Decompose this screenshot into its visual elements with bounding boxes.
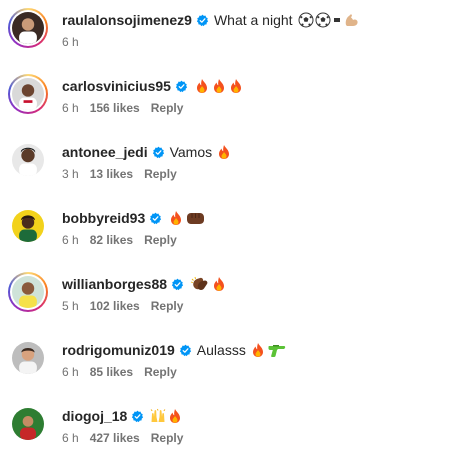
reply-button[interactable]: Reply xyxy=(151,299,184,313)
avatar-frame[interactable] xyxy=(8,206,48,246)
avatar[interactable] xyxy=(12,144,44,176)
avatar-frame[interactable] xyxy=(8,404,48,444)
comment-meta: 6 h 82 likes Reply xyxy=(62,232,188,248)
fist-icon xyxy=(187,213,205,224)
fire-icon xyxy=(170,409,181,423)
comment-meta: 6 h 85 likes Reply xyxy=(62,364,188,380)
comment-text xyxy=(167,210,205,226)
comment-item: diogoj_18 6 h 427 likes Reply xyxy=(0,396,457,452)
comment-item: bobbyreid93 6 h 82 likes Reply xyxy=(0,198,457,254)
comment-text xyxy=(149,408,183,424)
comment-line: bobbyreid93 xyxy=(62,208,205,228)
username-link[interactable]: diogoj_18 xyxy=(62,408,127,424)
comment-item: rodrigomuniz019 Aulasss 6 h 85 likes Rep… xyxy=(0,330,457,386)
verified-badge-icon xyxy=(132,410,144,422)
likes-count[interactable]: 82 likes xyxy=(90,233,133,247)
comment-text: What a night xyxy=(214,12,359,28)
avatar-story-ring[interactable] xyxy=(8,8,48,48)
username-link[interactable]: bobbyreid93 xyxy=(62,210,145,226)
raising-hands-icon xyxy=(151,408,166,422)
username-link[interactable]: willianborges88 xyxy=(62,276,167,292)
fire-icon xyxy=(196,79,207,93)
avatar[interactable] xyxy=(12,12,44,44)
verified-badge-icon xyxy=(196,14,209,26)
avatar[interactable] xyxy=(12,210,44,242)
verified-badge-icon xyxy=(175,80,188,92)
reply-button[interactable]: Reply xyxy=(151,431,184,445)
comment-text xyxy=(193,78,244,94)
verified-badge-icon xyxy=(150,212,162,224)
avatar[interactable] xyxy=(12,78,44,110)
avatar[interactable] xyxy=(12,342,44,374)
comment-meta: 6 h xyxy=(62,34,90,50)
likes-count[interactable]: 85 likes xyxy=(90,365,133,379)
comment-line: willianborges88 xyxy=(62,274,227,294)
comment-list: raulalonsojimenez9 What a night 6 h carl… xyxy=(0,0,457,462)
verified-badge-icon xyxy=(179,344,191,356)
username-link[interactable]: rodrigomuniz019 xyxy=(62,342,175,358)
verified-badge-icon xyxy=(171,278,184,290)
reply-button[interactable]: Reply xyxy=(151,101,184,115)
clapping-hands-icon xyxy=(190,276,208,290)
comment-time: 6 h xyxy=(62,365,79,379)
soccer-ball-icon xyxy=(315,12,331,28)
comment-time: 6 h xyxy=(62,233,79,247)
fire-icon xyxy=(252,343,263,357)
likes-count[interactable]: 13 likes xyxy=(90,167,133,181)
comment-time: 6 h xyxy=(62,35,79,49)
soccer-ball-icon xyxy=(298,12,314,28)
avatar-story-ring[interactable] xyxy=(8,74,48,114)
likes-count[interactable]: 102 likes xyxy=(90,299,140,313)
avatar[interactable] xyxy=(12,276,44,308)
reply-button[interactable]: Reply xyxy=(144,233,177,247)
small-square-icon xyxy=(333,18,340,22)
fire-icon xyxy=(213,79,224,93)
reply-button[interactable]: Reply xyxy=(144,167,177,181)
comment-meta: 6 h 156 likes Reply xyxy=(62,100,194,116)
comment-meta: 3 h 13 likes Reply xyxy=(62,166,188,182)
avatar-story-ring[interactable] xyxy=(8,272,48,312)
username-link[interactable]: raulalonsojimenez9 xyxy=(62,12,192,28)
avatar-frame[interactable] xyxy=(8,338,48,378)
water-pistol-icon xyxy=(268,345,286,357)
username-link[interactable]: carlosvinicius95 xyxy=(62,78,171,94)
reply-button[interactable]: Reply xyxy=(144,365,177,379)
comment-time: 6 h xyxy=(62,431,79,445)
verified-badge-icon xyxy=(152,146,164,158)
comment-line: carlosvinicius95 xyxy=(62,76,244,96)
fire-icon xyxy=(171,211,182,225)
comment-text: Aulasss xyxy=(197,342,287,358)
comment-item: raulalonsojimenez9 What a night 6 h xyxy=(0,0,457,56)
fire-icon xyxy=(219,145,230,159)
comment-time: 6 h xyxy=(62,101,79,115)
likes-count[interactable]: 427 likes xyxy=(90,431,140,445)
likes-count[interactable]: 156 likes xyxy=(90,101,140,115)
comment-meta: 5 h 102 likes Reply xyxy=(62,298,194,314)
comment-line: raulalonsojimenez9 What a night xyxy=(62,10,359,30)
username-link[interactable]: antonee_jedi xyxy=(62,144,148,160)
avatar-frame[interactable] xyxy=(8,140,48,180)
comment-item: carlosvinicius95 6 h 156 likes Reply xyxy=(0,66,457,122)
comment-line: rodrigomuniz019 Aulasss xyxy=(62,340,287,360)
comment-item: willianborges88 5 h 102 likes Reply xyxy=(0,264,457,320)
comment-time: 3 h xyxy=(62,167,79,181)
comment-meta: 6 h 427 likes Reply xyxy=(62,430,194,446)
comment-line: antonee_jedi Vamos xyxy=(62,142,232,162)
flexed-biceps-icon xyxy=(345,14,358,26)
comment-line: diogoj_18 xyxy=(62,406,183,426)
comment-time: 5 h xyxy=(62,299,79,313)
comment-text: Vamos xyxy=(170,144,233,160)
fire-icon xyxy=(214,277,225,291)
avatar[interactable] xyxy=(12,408,44,440)
comment-text xyxy=(189,276,227,292)
fire-icon xyxy=(230,79,241,93)
comment-item: antonee_jedi Vamos 3 h 13 likes Reply xyxy=(0,132,457,188)
